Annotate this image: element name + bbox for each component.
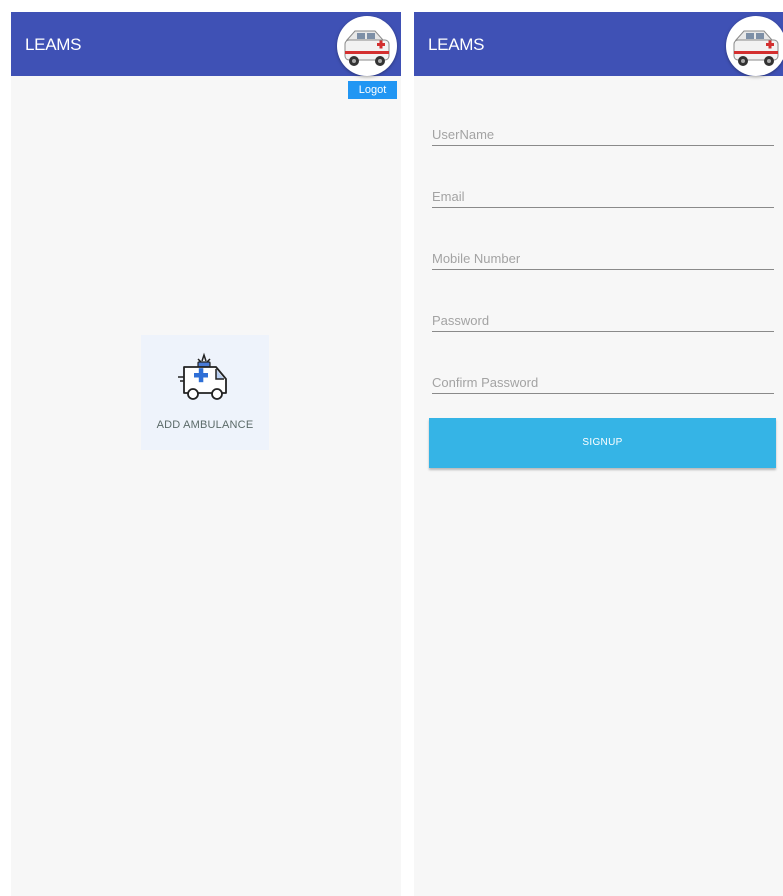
email-field[interactable] (432, 177, 774, 208)
username-input[interactable] (432, 127, 774, 142)
ambulance-logo-icon (337, 16, 397, 76)
mobile-number-input[interactable] (432, 251, 774, 266)
email-input[interactable] (432, 189, 774, 204)
add-ambulance-button[interactable]: ADD AMBULANCE (141, 335, 269, 450)
app-title: LEAMS (428, 35, 485, 54)
signup-button[interactable]: SIGNUP (429, 418, 776, 468)
signup-screen: LEAMS SIGNUP (414, 12, 783, 896)
home-screen: LEAMS Logot ADD AMBULANCE (11, 12, 401, 896)
ambulance-logo-icon (726, 16, 783, 76)
username-field[interactable] (432, 115, 774, 146)
add-ambulance-label: ADD AMBULANCE (156, 419, 254, 431)
confirm-password-input[interactable] (432, 375, 774, 390)
confirm-password-field[interactable] (432, 363, 774, 394)
password-field[interactable] (432, 301, 774, 332)
mobile-number-field[interactable] (432, 239, 774, 270)
logout-button[interactable]: Logot (348, 81, 397, 99)
password-input[interactable] (432, 313, 774, 328)
app-title: LEAMS (25, 35, 82, 54)
ambulance-icon (176, 351, 236, 403)
